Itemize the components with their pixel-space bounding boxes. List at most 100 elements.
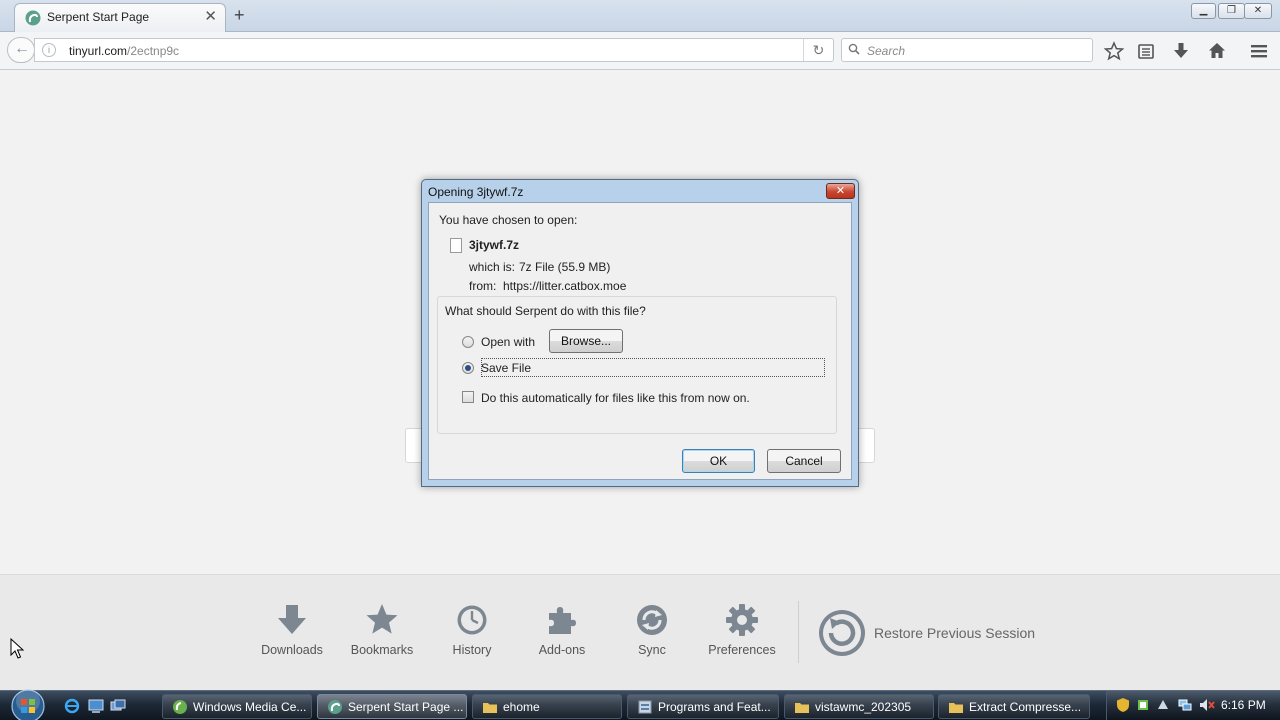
downloads-icon[interactable] [1171,41,1191,61]
open-with-label[interactable]: Open with [481,335,535,349]
dialog-body: You have chosen to open: 3jtywf.7z which… [428,202,852,480]
home-icon[interactable] [1207,41,1227,61]
launcher-bookmarks[interactable]: Bookmarks [342,603,422,657]
auto-action-label[interactable]: Do this automatically for files like thi… [481,391,750,405]
launcher-label: Preferences [708,643,776,657]
from-label: from: [469,279,497,293]
auto-action-checkbox[interactable] [462,391,474,403]
navigation-toolbar: ← i tinyurl.com/2ectnp9c ↻ Search [0,32,1280,70]
taskbar-label: Windows Media Ce... [193,700,307,714]
launcher-sync[interactable]: Sync [612,603,692,657]
reload-icon[interactable]: ↻ [803,39,833,61]
file-icon [450,238,462,253]
new-tab-icon[interactable]: + [234,5,245,25]
restore-icon: ❐ [1227,5,1236,16]
dialog-title: Opening 3jtywf.7z [428,185,524,199]
launcher-divider [798,601,799,663]
bookmark-star-icon[interactable] [1104,41,1124,61]
serpent-icon [328,700,342,714]
ok-button[interactable]: OK [682,449,755,473]
serpent-icon [25,10,41,26]
back-button[interactable]: ← [7,37,35,63]
folder-icon [795,703,809,713]
url-host: tinyurl.com [69,44,128,58]
launcher-label: Sync [638,643,666,657]
open-with-radio[interactable] [462,336,474,348]
save-file-focus [481,358,825,377]
taskbar-item-media-center[interactable]: Windows Media Ce... [162,694,312,719]
launcher-history[interactable]: History [432,603,512,657]
launcher-downloads[interactable]: Downloads [252,603,332,657]
close-icon: ✕ [1253,5,1263,16]
dialog-close-button[interactable]: ✕ [826,183,855,199]
minimize-button[interactable]: ▁ [1191,3,1216,19]
close-window-button[interactable]: ✕ [1244,3,1272,19]
close-icon: ✕ [835,185,846,197]
minimize-icon: ▁ [1199,5,1208,16]
windows-taskbar: Windows Media Ce... Serpent Start Page .… [0,687,1280,720]
taskbar-item-ehome[interactable]: ehome [472,694,622,719]
show-desktop-icon[interactable] [88,698,104,714]
maximize-button[interactable]: ❐ [1218,3,1245,19]
taskbar-label: ehome [503,700,540,714]
restore-session-icon [819,610,865,656]
taskbar-item-serpent[interactable]: Serpent Start Page ... [317,694,467,719]
safely-remove-icon[interactable] [1135,697,1151,713]
save-file-label[interactable]: Save File [481,361,531,375]
mouse-cursor-icon [10,638,24,659]
search-placeholder: Search [867,44,906,58]
which-is-label: which is: [469,260,516,274]
tab-serpent-start-page[interactable]: Serpent Start Page ✕ [14,3,226,32]
switch-windows-icon[interactable] [110,698,126,714]
launcher-label: Bookmarks [350,643,414,657]
network-icon[interactable] [1177,697,1193,713]
tab-title: Serpent Start Page [47,10,150,24]
file-name: 3jtywf.7z [469,238,520,252]
puzzle-piece-icon [549,607,576,634]
clock[interactable]: 6:16 PM [1221,698,1266,712]
launcher-label: History [452,643,492,657]
action-question: What should Serpent do with this file? [444,304,647,318]
taskbar-item-programs-features[interactable]: Programs and Feat... [627,694,779,719]
save-file-radio[interactable] [462,362,474,374]
taskbar-label: Extract Compresse... [969,700,1082,714]
taskbar-item-extract-compressed[interactable]: Extract Compresse... [938,694,1090,719]
restore-session-label: Restore Previous Session [874,625,1036,641]
arrow-tray-icon[interactable] [1155,697,1171,713]
site-info-icon[interactable]: i [42,43,56,57]
url-path: /2ectnp9c [127,44,180,58]
security-shield-icon[interactable] [1115,697,1131,713]
control-panel-icon [638,700,652,714]
bookmarks-star-icon [366,604,398,634]
chosen-to-open-label: You have chosen to open: [439,213,578,227]
start-orb-icon[interactable] [8,687,48,720]
file-type-value: 7z File (55.9 MB) [519,260,611,274]
browse-button[interactable]: Browse... [549,329,623,353]
media-center-icon [173,700,187,714]
sync-icon [637,605,667,635]
restore-session-button[interactable]: Restore Previous Session [818,609,1035,657]
tab-close-icon[interactable]: ✕ [204,8,217,26]
history-clock-icon [457,605,487,635]
search-input[interactable]: Search [841,38,1093,62]
launcher-add-ons[interactable]: Add-ons [522,603,602,657]
taskbar-item-vistawmc[interactable]: vistawmc_202305 [784,694,934,719]
from-value: https://litter.catbox.moe [503,279,627,293]
start-page-launcher: Downloads Bookmarks History Add-ons Sync [0,574,1280,690]
volume-muted-icon[interactable] [1199,697,1215,713]
launcher-label: Add-ons [538,643,586,657]
launcher-preferences[interactable]: Preferences [702,603,782,657]
bookmarks-menu-icon[interactable] [1136,41,1156,61]
search-icon [848,43,860,55]
tab-strip: Serpent Start Page ✕ + ▁ ❐ ✕ [0,0,1280,32]
opening-file-dialog: Opening 3jtywf.7z ✕ You have chosen to o… [421,179,859,487]
dialog-titlebar[interactable]: Opening 3jtywf.7z ✕ [422,180,858,202]
back-arrow-icon: ← [14,40,30,57]
menu-icon[interactable] [1249,41,1269,61]
url-bar[interactable]: i tinyurl.com/2ectnp9c ↻ [34,38,834,62]
downloads-icon [278,605,306,634]
folder-icon [483,703,497,713]
url-text: tinyurl.com/2ectnp9c [69,44,179,58]
cancel-button[interactable]: Cancel [767,449,841,473]
internet-explorer-icon[interactable] [64,698,80,714]
